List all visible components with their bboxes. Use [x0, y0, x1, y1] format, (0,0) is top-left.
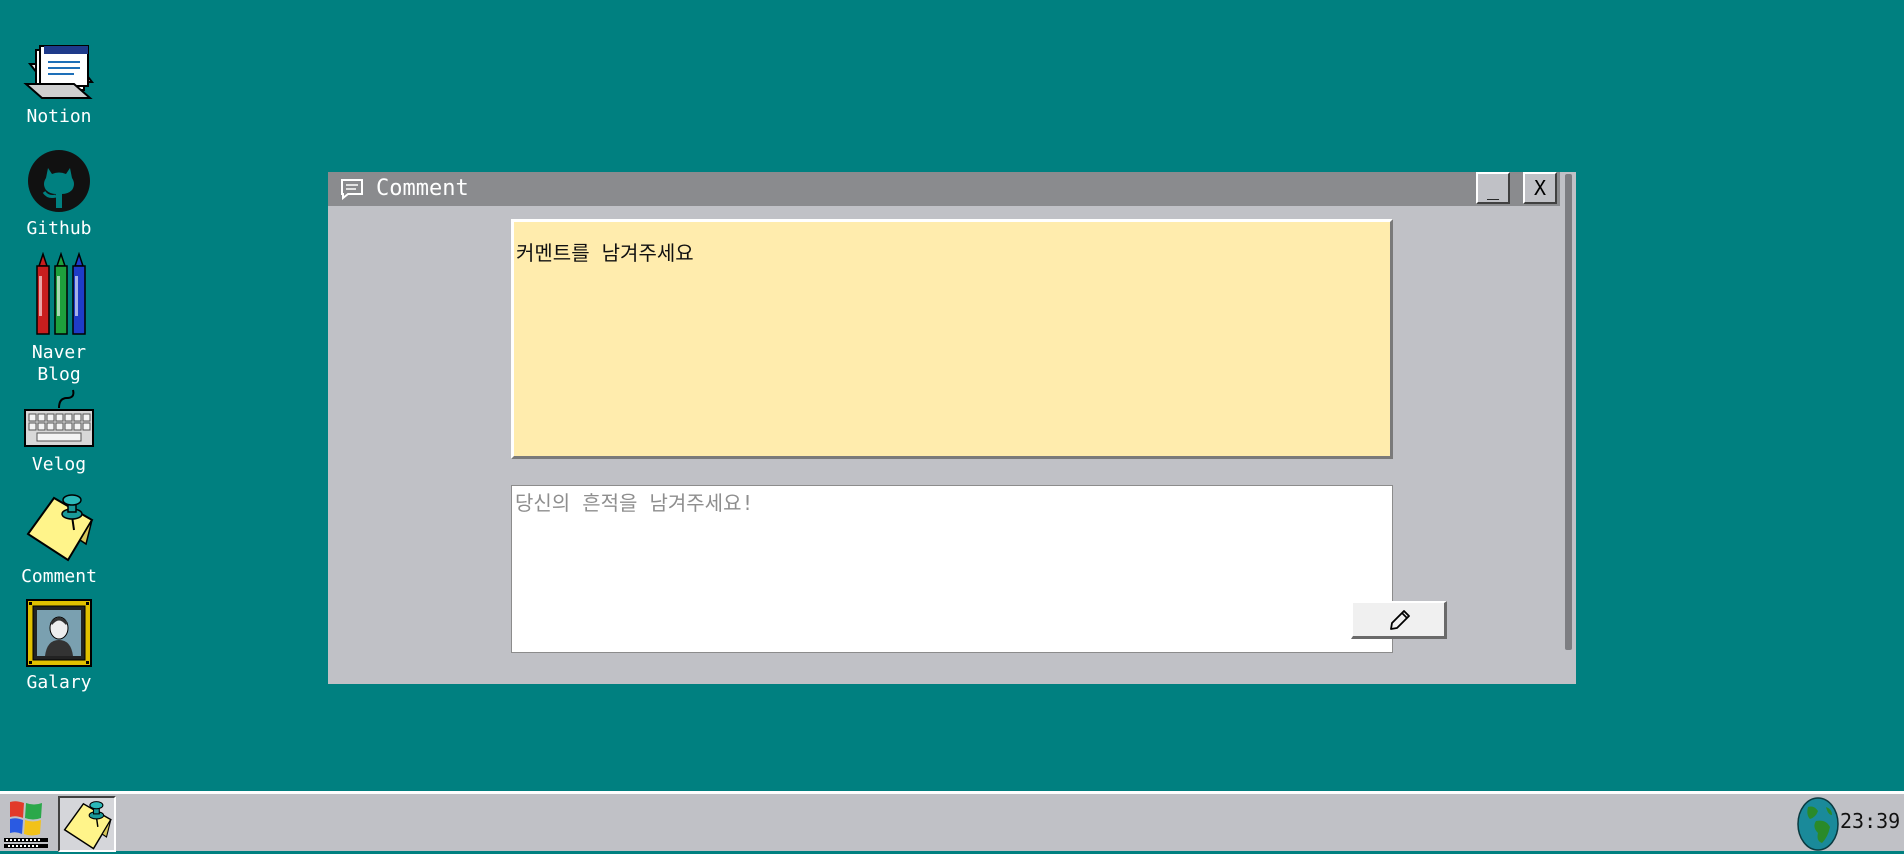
- pencil-icon: [1390, 610, 1410, 630]
- desktop-icon-galary[interactable]: Galary: [14, 598, 104, 694]
- desktop-icon-comment[interactable]: Comment: [14, 490, 104, 588]
- crayons-icon: [36, 252, 86, 335]
- desktop-icon-naver-blog[interactable]: Naver Blog: [14, 252, 104, 386]
- taskbar-item-comment[interactable]: [58, 796, 116, 852]
- sticky-note-icon: [63, 801, 112, 850]
- comment-icon: [341, 179, 363, 200]
- taskbar-clock: 23:39: [1840, 809, 1901, 833]
- desktop-icon-label: Comment: [21, 566, 97, 587]
- close-button[interactable]: X: [1523, 172, 1557, 204]
- desktop-icon-label: Galary: [26, 672, 92, 693]
- window-title: Comment: [376, 176, 469, 201]
- notion-icon: [23, 45, 95, 99]
- comment-input[interactable]: 당신의 흔적을 남겨주세요!: [511, 485, 1393, 653]
- desktop-icon-label: Github: [26, 218, 92, 239]
- window-titlebar[interactable]: Comment _ X: [328, 172, 1576, 206]
- sticky-note-icon: [26, 494, 94, 562]
- globe-icon[interactable]: [1796, 797, 1840, 851]
- minimize-button[interactable]: _: [1476, 172, 1510, 204]
- desktop-icon-label: Velog: [31, 454, 87, 475]
- desktop: Notion Github Naver Blog Velog Comment G…: [0, 0, 1904, 791]
- system-tray: 23:39: [1788, 794, 1904, 851]
- submit-comment-button[interactable]: [1351, 601, 1447, 639]
- windows-logo-icon: [4, 801, 48, 848]
- github-icon: [28, 150, 90, 212]
- comment-display-panel: 커멘트를 남겨주세요: [511, 219, 1393, 459]
- start-button[interactable]: [2, 798, 52, 850]
- window-scrollbar[interactable]: [1560, 172, 1576, 684]
- comment-display-text: 커멘트를 남겨주세요: [516, 241, 694, 265]
- comment-window: Comment _ X 커멘트를 남겨주세요 당신의 흔적을 남겨주세요!: [328, 172, 1576, 684]
- comment-input-placeholder: 당신의 흔적을 남겨주세요!: [515, 491, 754, 515]
- portrait-frame-icon: [26, 599, 92, 667]
- desktop-icon-notion[interactable]: Notion: [14, 44, 104, 128]
- desktop-icon-label: Naver Blog: [31, 342, 87, 385]
- keyboard-icon: [24, 389, 94, 447]
- desktop-icon-label: Notion: [26, 106, 92, 127]
- taskbar: 23:39: [0, 791, 1904, 852]
- scrollbar-thumb[interactable]: [1565, 174, 1572, 650]
- desktop-icon-github[interactable]: Github: [14, 148, 104, 240]
- desktop-icon-velog[interactable]: Velog: [14, 388, 104, 476]
